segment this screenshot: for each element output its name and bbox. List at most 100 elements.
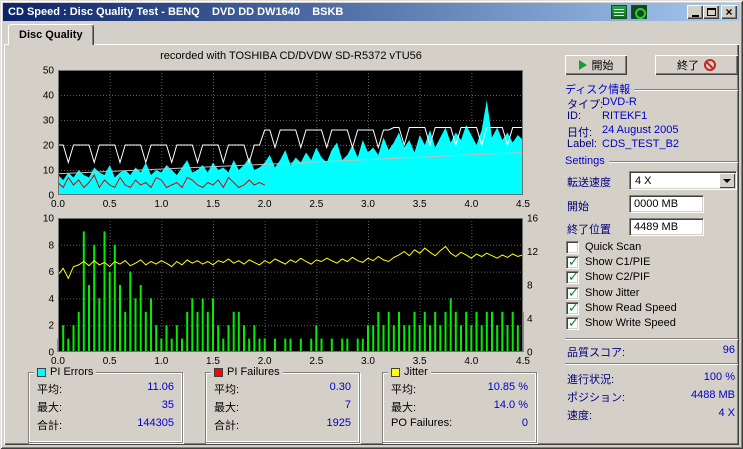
- position-row: ポジション: 4488 MB: [567, 389, 735, 404]
- svg-text:4.5: 4.5: [516, 356, 530, 367]
- stat-row: 最大: 35: [37, 399, 174, 414]
- stat-row: 最大: 14.0 %: [391, 399, 528, 414]
- svg-text:12: 12: [527, 247, 539, 258]
- speed-select-dropdown-button[interactable]: [719, 173, 735, 188]
- svg-text:4.5: 4.5: [516, 199, 530, 210]
- chart-tray-icon[interactable]: [611, 5, 627, 19]
- checkbox-row-show-c2-pif[interactable]: ✓ Show C2/PIF: [566, 268, 650, 284]
- svg-text:20: 20: [43, 141, 55, 152]
- svg-text:10: 10: [43, 166, 55, 177]
- disc-info-header: ディスク情報: [565, 81, 738, 97]
- svg-text:16: 16: [527, 214, 539, 225]
- stat-row: PO Failures: 0: [391, 417, 528, 429]
- end-position-label: 終了位置: [567, 224, 611, 236]
- pi-errors-panel: PI Errors 平均: 11.06 最大: 35 合計: 144305: [28, 366, 183, 443]
- exit-button[interactable]: 終了: [655, 55, 738, 75]
- start-position-input[interactable]: [629, 195, 704, 213]
- check-icon: ✓: [568, 253, 579, 269]
- show-c2-pif-checkbox[interactable]: ✓: [566, 268, 579, 284]
- svg-text:4.0: 4.0: [464, 356, 478, 367]
- stat-row: 平均: 0.30: [214, 381, 351, 396]
- stat-row: 平均: 11.06: [37, 381, 174, 396]
- svg-text:3.0: 3.0: [361, 199, 375, 210]
- svg-text:0.5: 0.5: [103, 356, 117, 367]
- show-read-speed-checkbox[interactable]: ✓: [566, 300, 579, 315]
- minimize-icon: [691, 14, 699, 17]
- stat-row: 合計: 1925: [214, 417, 351, 432]
- check-icon: ✓: [568, 268, 579, 284]
- quality-score-row: 品質スコア: 96: [567, 344, 735, 359]
- title-bar[interactable]: CD Speed : Disc Quality Test - BENQ DVD …: [3, 3, 740, 21]
- chevron-down-icon: [723, 178, 731, 183]
- minimize-button[interactable]: [687, 5, 703, 19]
- svg-text:4.0: 4.0: [464, 199, 478, 210]
- speed-select[interactable]: 4 X: [629, 171, 737, 190]
- quick-scan-label: Quick Scan: [585, 241, 642, 253]
- progress-row: 進行状況: 100 %: [567, 371, 735, 386]
- check-icon: ✓: [568, 314, 579, 330]
- svg-text:6: 6: [48, 267, 54, 278]
- app-window: CD Speed : Disc Quality Test - BENQ DVD …: [0, 0, 743, 449]
- pie-errors-chart: 010203040500.0 0.5 1.0 1.5 2.0 2.5 3.0 3.5 4.0 4.…: [43, 66, 531, 210]
- disc-type-row: タイプ: DVD-R: [567, 96, 637, 111]
- svg-text:50: 50: [43, 66, 55, 77]
- tab-disc-quality[interactable]: Disc Quality: [8, 24, 94, 45]
- checkbox-row-show-c1-pie[interactable]: ✓ Show C1/PIE: [566, 253, 651, 269]
- maximize-button[interactable]: [703, 5, 719, 19]
- svg-text:3.5: 3.5: [413, 199, 427, 210]
- divider: [565, 338, 738, 340]
- stat-row: 平均: 10.85 %: [391, 381, 528, 396]
- show-write-speed-checkbox[interactable]: ✓: [566, 314, 579, 330]
- pif-jitter-chart: 024681004812160.0 0.5 1.0 1.5 2.0 2.5 3.0 3.5 4.…: [43, 214, 539, 368]
- start-button[interactable]: 開始: [565, 55, 627, 75]
- show-c2-pif-label: Show C2/PIF: [585, 271, 650, 283]
- speed-select-value: 4 X: [635, 175, 652, 187]
- pi-errors-legend: PI Errors: [34, 366, 97, 378]
- divider: [565, 363, 738, 365]
- end-position-input[interactable]: [629, 218, 704, 236]
- disc-tray-icon[interactable]: [631, 5, 647, 19]
- close-button[interactable]: ×: [721, 5, 737, 19]
- svg-text:2.5: 2.5: [309, 199, 323, 210]
- checkbox-row-quick-scan[interactable]: ✓ Quick Scan: [566, 240, 641, 254]
- jitter-panel: Jitter 平均: 10.85 % 最大: 14.0 % PO Failures:…: [382, 366, 537, 443]
- checkbox-row-show-write-speed[interactable]: ✓ Show Write Speed: [566, 314, 676, 330]
- show-jitter-checkbox[interactable]: ✓: [566, 285, 579, 300]
- svg-text:0.0: 0.0: [51, 199, 65, 210]
- svg-text:2: 2: [48, 321, 54, 332]
- svg-text:8: 8: [48, 240, 54, 251]
- svg-text:10: 10: [43, 214, 55, 225]
- show-write-speed-label: Show Write Speed: [585, 317, 676, 329]
- pi-errors-swatch: [37, 367, 46, 377]
- svg-text:1.5: 1.5: [206, 199, 220, 210]
- exit-button-label: 終了: [677, 60, 699, 72]
- quick-scan-checkbox[interactable]: ✓: [566, 240, 579, 254]
- show-read-speed-label: Show Read Speed: [585, 302, 677, 314]
- pi-failures-swatch: [214, 367, 223, 377]
- svg-text:4: 4: [48, 294, 54, 305]
- checkbox-row-show-read-speed[interactable]: ✓ Show Read Speed: [566, 300, 677, 315]
- svg-text:4: 4: [527, 314, 533, 325]
- svg-text:2.0: 2.0: [258, 199, 272, 210]
- show-jitter-label: Show Jitter: [585, 287, 640, 299]
- recorded-with-label: recorded with TOSHIBA CD/DVDW SD-R5372 v…: [160, 50, 422, 62]
- svg-text:30: 30: [43, 116, 55, 127]
- jitter-swatch: [391, 367, 400, 377]
- disc-date-row: 日付: 24 August 2005: [567, 124, 679, 139]
- show-c1-pie-label: Show C1/PIE: [585, 256, 651, 268]
- settings-header: Settings: [565, 155, 738, 167]
- close-icon: ×: [725, 5, 733, 19]
- settings-title: Settings: [565, 155, 605, 167]
- svg-text:2.5: 2.5: [309, 356, 323, 367]
- pi-failures-title: PI Failures: [227, 366, 280, 378]
- stat-row: 最大: 7: [214, 399, 351, 414]
- divider: [608, 161, 738, 163]
- disc-id-row: ID: RITEKF1: [567, 110, 648, 122]
- jitter-title: Jitter: [404, 366, 428, 378]
- start-position-label: 開始: [567, 201, 589, 213]
- show-c1-pie-checkbox[interactable]: ✓: [566, 253, 579, 269]
- checkbox-row-show-jitter[interactable]: ✓ Show Jitter: [566, 285, 640, 300]
- speed-label: 転送速度: [567, 177, 611, 189]
- speed-row: 速度: 4 X: [567, 407, 735, 422]
- disc-label-row: Label: CDS_TEST_B2: [567, 138, 680, 150]
